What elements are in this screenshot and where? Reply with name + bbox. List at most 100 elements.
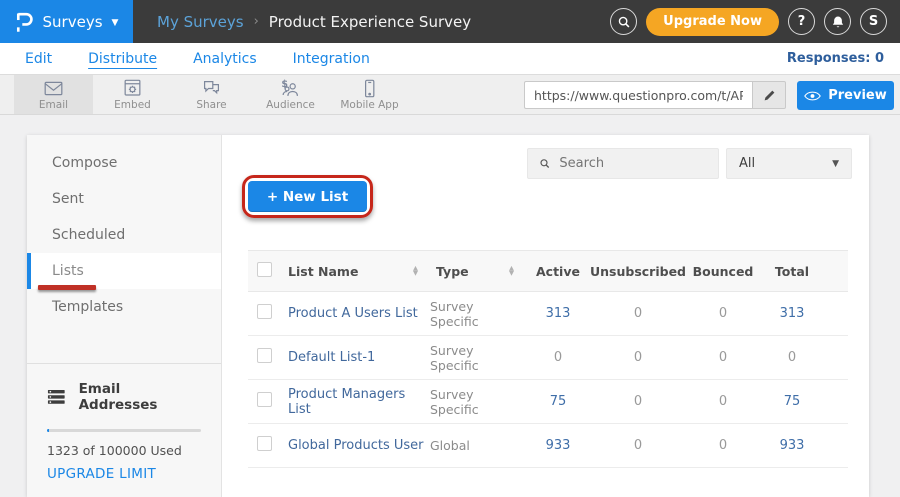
chevron-down-icon: ▼ bbox=[112, 18, 119, 28]
search-input[interactable] bbox=[559, 156, 707, 171]
red-annotation-ring: + New List bbox=[242, 175, 373, 218]
row-checkbox[interactable] bbox=[257, 304, 272, 319]
table-row: Product Managers List Survey Specific 75… bbox=[248, 380, 848, 424]
tab-integration[interactable]: Integration bbox=[293, 51, 370, 67]
sidebar-item-scheduled[interactable]: Scheduled bbox=[27, 217, 221, 253]
column-type: Type bbox=[436, 264, 469, 279]
row-checkbox[interactable] bbox=[257, 348, 272, 363]
table-row: Global Products User Global 933 0 0 933 bbox=[248, 424, 848, 468]
sidebar-item-lists[interactable]: Lists bbox=[27, 253, 221, 289]
list-name-link[interactable]: Product A Users List bbox=[282, 306, 430, 321]
audience-icon: $ bbox=[280, 79, 301, 98]
page-background: Compose Sent Scheduled Lists Templates E… bbox=[0, 116, 900, 497]
question-mark-icon: ? bbox=[798, 14, 806, 29]
share-icon bbox=[201, 79, 222, 98]
toolbar-item-label: Audience bbox=[266, 99, 315, 111]
list-name-link[interactable]: Global Products User bbox=[282, 438, 430, 453]
breadcrumb: My Surveys › Product Experience Survey bbox=[157, 13, 471, 31]
preview-button[interactable]: Preview bbox=[797, 81, 894, 110]
list-name-link[interactable]: Default List-1 bbox=[282, 350, 430, 365]
new-list-button[interactable]: + New List bbox=[248, 181, 367, 212]
sidebar-item-compose[interactable]: Compose bbox=[27, 145, 221, 181]
sort-icon[interactable]: ▲▼ bbox=[413, 266, 418, 276]
row-checkbox[interactable] bbox=[257, 392, 272, 407]
table-header-row: List Name ▲▼ Type ▲▼ Active Unsubscribed… bbox=[248, 250, 848, 292]
toolbar-item-share[interactable]: Share bbox=[172, 75, 251, 114]
column-bounced: Bounced bbox=[686, 264, 760, 279]
breadcrumb-separator-icon: › bbox=[254, 14, 259, 29]
upgrade-limit-link[interactable]: UPGRADE LIMIT bbox=[47, 466, 156, 482]
avatar-initial: S bbox=[869, 14, 878, 29]
brand-label: Surveys bbox=[43, 13, 103, 31]
select-all-checkbox[interactable] bbox=[257, 262, 272, 277]
list-type: Survey Specific bbox=[430, 387, 526, 417]
column-active: Active bbox=[526, 264, 590, 279]
bounced-count: 0 bbox=[686, 394, 760, 409]
edit-url-button[interactable] bbox=[752, 81, 786, 109]
tab-distribute[interactable]: Distribute bbox=[88, 51, 157, 67]
tab-analytics[interactable]: Analytics bbox=[193, 51, 257, 67]
search-icon bbox=[539, 157, 550, 170]
toolbar-item-audience[interactable]: $ Audience bbox=[251, 75, 330, 114]
breadcrumb-my-surveys[interactable]: My Surveys bbox=[157, 13, 244, 31]
embed-icon bbox=[122, 79, 143, 98]
active-count[interactable]: 933 bbox=[526, 438, 590, 453]
toolbar-item-email[interactable]: Email bbox=[14, 75, 93, 114]
unsubscribed-count: 0 bbox=[590, 438, 686, 453]
table-row: Product A Users List Survey Specific 313… bbox=[248, 292, 848, 336]
sidebar-item-sent[interactable]: Sent bbox=[27, 181, 221, 217]
toolbar-item-label: Email bbox=[39, 99, 68, 111]
email-addresses-section: Email Addresses 1323 of 100000 Used UPGR… bbox=[27, 363, 221, 482]
red-annotation-underline bbox=[38, 285, 96, 290]
email-icon bbox=[43, 79, 64, 98]
tab-edit[interactable]: Edit bbox=[25, 51, 52, 67]
sidebar-item-templates[interactable]: Templates bbox=[27, 289, 221, 325]
toolbar-item-mobile-app[interactable]: Mobile App bbox=[330, 75, 409, 114]
lists-table: List Name ▲▼ Type ▲▼ Active Unsubscribed… bbox=[248, 250, 848, 468]
product-switcher[interactable]: Surveys ▼ bbox=[0, 0, 133, 43]
list-type: Survey Specific bbox=[430, 343, 526, 373]
upgrade-now-button[interactable]: Upgrade Now bbox=[646, 8, 779, 36]
responses-count[interactable]: Responses: 0 bbox=[787, 51, 884, 66]
breadcrumb-current-survey: Product Experience Survey bbox=[269, 13, 471, 31]
active-count[interactable]: 75 bbox=[526, 394, 590, 409]
total-count[interactable]: 313 bbox=[760, 306, 824, 321]
header-actions: Upgrade Now ? S bbox=[610, 8, 887, 36]
unsubscribed-count: 0 bbox=[590, 350, 686, 365]
email-usage-progress-fill bbox=[47, 429, 49, 432]
list-filter-dropdown[interactable]: All ▼ bbox=[726, 148, 852, 179]
active-count: 0 bbox=[526, 350, 590, 365]
list-search-box bbox=[527, 148, 719, 179]
email-addresses-header: Email Addresses bbox=[47, 381, 201, 413]
bell-icon bbox=[831, 15, 845, 29]
account-avatar[interactable]: S bbox=[860, 8, 887, 35]
column-list-name: List Name bbox=[288, 264, 358, 279]
survey-url-group bbox=[524, 81, 786, 109]
toolbar-item-embed[interactable]: Embed bbox=[93, 75, 172, 114]
unsubscribed-count: 0 bbox=[590, 306, 686, 321]
app-window: Surveys ▼ My Surveys › Product Experienc… bbox=[0, 0, 900, 497]
list-name-link[interactable]: Product Managers List bbox=[282, 387, 430, 417]
list-type: Global bbox=[430, 438, 526, 453]
unsubscribed-count: 0 bbox=[590, 394, 686, 409]
sort-icon[interactable]: ▲▼ bbox=[509, 266, 514, 276]
email-usage-text: 1323 of 100000 Used bbox=[47, 443, 201, 458]
active-count[interactable]: 313 bbox=[526, 306, 590, 321]
help-button[interactable]: ? bbox=[788, 8, 815, 35]
survey-url-input[interactable] bbox=[524, 81, 752, 109]
chevron-down-icon: ▼ bbox=[832, 159, 839, 169]
toolbar-item-label: Share bbox=[196, 99, 226, 111]
questionpro-logo-icon bbox=[15, 10, 34, 33]
total-count[interactable]: 933 bbox=[760, 438, 824, 453]
total-count[interactable]: 75 bbox=[760, 394, 824, 409]
notifications-button[interactable] bbox=[824, 8, 851, 35]
email-usage-progress bbox=[47, 429, 201, 432]
list-type: Survey Specific bbox=[430, 299, 526, 329]
row-checkbox[interactable] bbox=[257, 436, 272, 451]
bounced-count: 0 bbox=[686, 350, 760, 365]
preview-label: Preview bbox=[828, 88, 887, 103]
lists-content: All ▼ + New List List Name ▲▼ Type bbox=[222, 135, 869, 497]
total-count: 0 bbox=[760, 350, 824, 365]
search-icon bbox=[617, 15, 631, 29]
search-button[interactable] bbox=[610, 8, 637, 35]
